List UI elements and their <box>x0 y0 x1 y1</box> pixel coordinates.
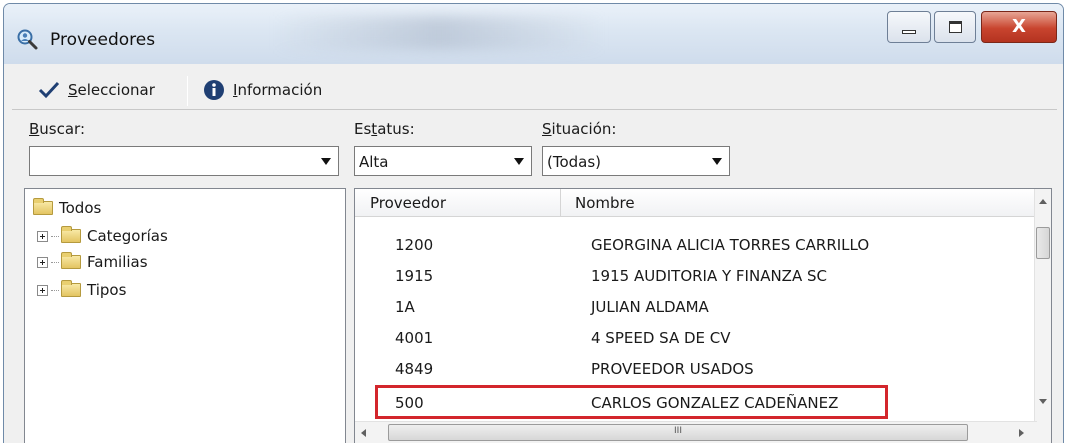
tree-item-familias[interactable]: Familias <box>37 252 148 271</box>
seleccionar-label: Seleccionar <box>68 81 155 99</box>
horizontal-scrollbar[interactable]: III <box>355 421 1037 443</box>
table-row[interactable]: 1915 1915 AUDITORIA Y FINANZA SC <box>355 260 1037 290</box>
nombre-cell: 1915 AUDITORIA Y FINANZA SC <box>591 267 827 285</box>
informacion-button[interactable]: Información <box>195 74 330 106</box>
folder-icon <box>61 280 81 297</box>
tree-item-categorias[interactable]: Categorías <box>37 226 168 245</box>
tree-item-label: Familias <box>87 253 148 271</box>
situacion-label: Situación: <box>542 120 617 138</box>
buscar-combobox[interactable] <box>29 146 339 176</box>
toolbar: Seleccionar Información <box>12 70 1057 110</box>
maximize-button[interactable] <box>934 11 976 43</box>
toolbar-separator <box>187 76 188 106</box>
list-header: Proveedor Nombre <box>355 189 1037 217</box>
proveedor-cell: 1915 <box>395 267 434 285</box>
estatus-label: Estatus: <box>354 120 415 138</box>
seleccionar-button[interactable]: Seleccionar <box>30 74 163 106</box>
nombre-cell: 4 SPEED SA DE CV <box>591 329 731 347</box>
situacion-value: (Todas) <box>547 153 602 171</box>
checkmark-icon <box>38 81 60 99</box>
table-row[interactable]: 4849 PROVEEDOR USADOS <box>355 353 1037 383</box>
nombre-cell: GEORGINA ALICIA TORRES CARRILLO <box>591 236 870 254</box>
nombre-cell: JULIAN ALDAMA <box>591 298 709 316</box>
table-row[interactable]: 4001 4 SPEED SA DE CV <box>355 322 1037 352</box>
tree-connector <box>51 261 59 263</box>
estatus-combobox[interactable]: Alta <box>354 146 532 176</box>
maximize-icon <box>949 21 962 33</box>
title-bar[interactable]: Proveedores X <box>4 4 1063 64</box>
minimize-button[interactable] <box>887 11 931 43</box>
informacion-label: Información <box>233 81 323 99</box>
proveedor-cell: 1A <box>395 298 415 316</box>
expand-plus-icon[interactable] <box>37 256 48 268</box>
horizontal-scroll-thumb[interactable]: III <box>388 424 968 441</box>
estatus-value: Alta <box>359 153 389 171</box>
window-title: Proveedores <box>50 30 156 50</box>
category-tree: Todos Categorías Familias Tipos <box>24 188 346 443</box>
blurred-title-region <box>274 16 604 50</box>
table-row[interactable]: 1200 GEORGINA ALICIA TORRES CARRILLO <box>355 229 1037 259</box>
close-icon: X <box>1012 16 1026 37</box>
column-header-proveedor[interactable]: Proveedor <box>370 194 446 212</box>
proveedor-cell: 4001 <box>395 329 434 347</box>
expand-plus-icon[interactable] <box>37 284 48 296</box>
expand-plus-icon[interactable] <box>37 230 48 242</box>
column-divider[interactable] <box>560 189 561 217</box>
proveedores-window: Proveedores X Seleccionar Información Bu… <box>3 3 1064 443</box>
proveedor-cell: 4849 <box>395 360 434 378</box>
tree-item-tipos[interactable]: Tipos <box>37 280 127 299</box>
vertical-scroll-thumb[interactable] <box>1036 227 1050 259</box>
buscar-label: Buscar: <box>29 120 86 138</box>
scroll-right-icon[interactable] <box>1019 429 1024 437</box>
folder-icon <box>61 252 81 269</box>
provider-list: Proveedor Nombre 1200 GEORGINA ALICIA TO… <box>354 188 1052 443</box>
tree-connector <box>51 235 59 237</box>
scroll-left-icon[interactable] <box>361 429 366 437</box>
open-folder-icon <box>33 198 53 215</box>
situacion-combobox[interactable]: (Todas) <box>542 146 730 176</box>
chevron-down-icon[interactable] <box>706 148 728 174</box>
info-icon <box>204 80 224 100</box>
tree-connector <box>51 289 59 291</box>
scroll-up-icon[interactable] <box>1039 199 1047 204</box>
search-people-icon <box>16 28 42 52</box>
tree-item-label: Tipos <box>87 281 127 299</box>
folder-icon <box>61 226 81 243</box>
proveedor-cell: 1200 <box>395 236 434 254</box>
scroll-down-icon[interactable] <box>1039 399 1047 404</box>
tree-item-label: Todos <box>59 199 102 217</box>
tree-item-todos[interactable]: Todos <box>33 198 102 217</box>
nombre-cell: PROVEEDOR USADOS <box>591 360 754 378</box>
chevron-down-icon[interactable] <box>315 148 337 174</box>
highlight-annotation <box>375 385 888 419</box>
tree-item-label: Categorías <box>87 227 168 245</box>
column-header-nombre[interactable]: Nombre <box>575 194 635 212</box>
close-button[interactable]: X <box>981 11 1057 43</box>
minimize-icon <box>902 30 916 34</box>
chevron-down-icon[interactable] <box>508 148 530 174</box>
table-row[interactable]: 1A JULIAN ALDAMA <box>355 291 1037 321</box>
vertical-scrollbar[interactable] <box>1034 189 1051 443</box>
